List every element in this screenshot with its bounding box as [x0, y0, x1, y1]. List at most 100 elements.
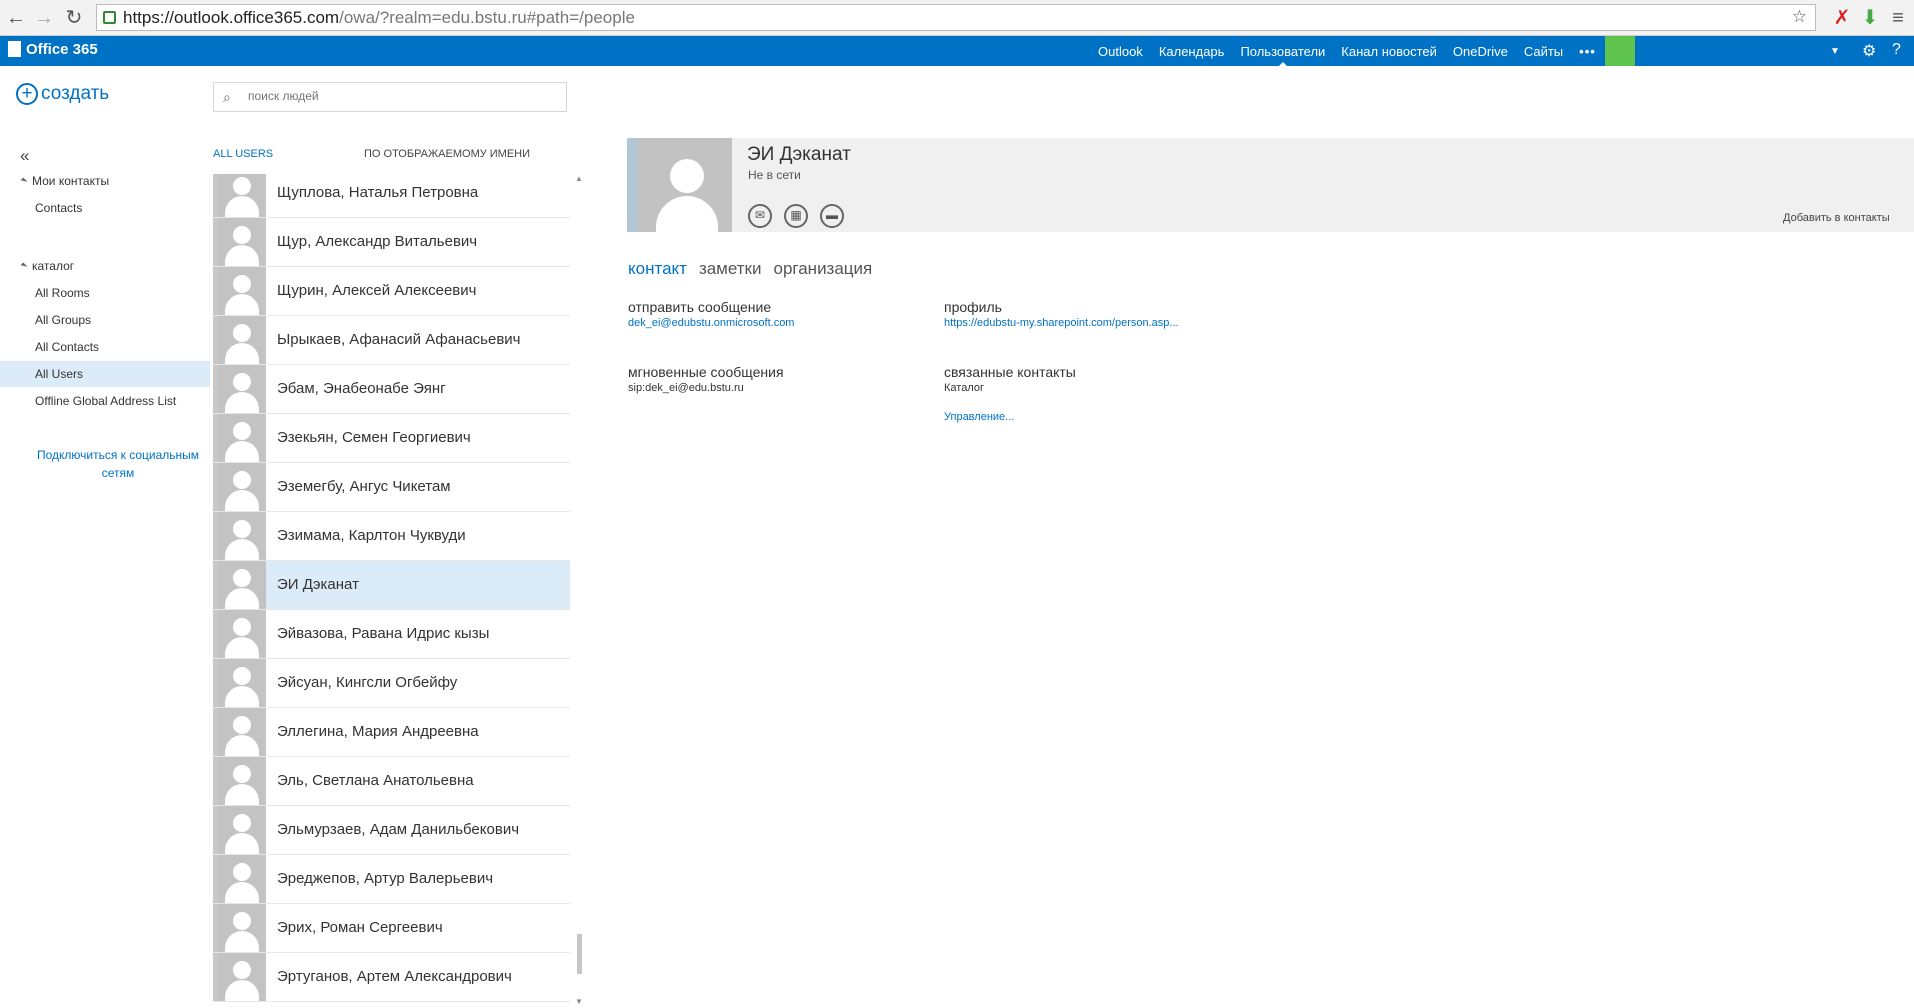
search-box[interactable]: ⌕ [213, 82, 567, 112]
browser-menu-icon[interactable]: ≡ [1886, 6, 1910, 30]
scrollbar-thumb[interactable] [577, 934, 582, 974]
profile-label: профиль [944, 299, 1002, 315]
person-avatar-icon [218, 806, 266, 854]
presence-status: Не в сети [748, 168, 801, 182]
tab-notes[interactable]: заметки [699, 259, 762, 279]
person-row[interactable]: Эртуганов, Артем Александрович [213, 953, 570, 1002]
person-avatar-icon [218, 610, 266, 658]
tab-contact[interactable]: контакт [628, 259, 687, 279]
card-accent-bar [627, 138, 638, 232]
person-name: ЭИ Дэканат [277, 576, 359, 593]
person-row[interactable]: Щур, Александр Витальевич [213, 218, 570, 267]
person-row[interactable]: Эзекьян, Семен Георгиевич [213, 414, 570, 463]
scroll-down-icon[interactable]: ▼ [575, 997, 583, 1006]
office-logo-icon [8, 41, 21, 57]
person-avatar-icon [218, 267, 266, 315]
forward-arrow-icon[interactable]: → [32, 6, 56, 30]
reload-icon[interactable]: ↻ [62, 6, 86, 30]
person-avatar-icon [218, 218, 266, 266]
person-name: Эреджепов, Артур Валерьевич [277, 870, 494, 887]
nav-sites[interactable]: Сайты [1524, 44, 1563, 59]
add-to-contacts-link[interactable]: Добавить в контакты [1783, 212, 1890, 224]
person-name: Эзекьян, Семен Георгиевич [277, 429, 471, 446]
related-contacts-label: связанные контакты [944, 364, 1076, 380]
search-input[interactable] [246, 88, 556, 104]
search-icon: ⌕ [223, 89, 231, 105]
person-name: Эземегбу, Ангус Чикетам [277, 478, 451, 495]
folder-contacts[interactable]: Contacts [0, 195, 210, 221]
gear-icon[interactable]: ⚙ [1862, 41, 1876, 61]
contact-tabs: контакт заметки организация [628, 259, 884, 279]
person-avatar-icon [218, 365, 266, 413]
user-tile[interactable] [1605, 36, 1635, 66]
office-logo[interactable]: Office 365 [8, 41, 98, 58]
my-contacts-folder[interactable]: Мои контакты [20, 174, 109, 188]
chevron-down-icon[interactable]: ▼ [1830, 46, 1840, 57]
person-row[interactable]: Ырыкаев, Афанасий Афанасьевич [213, 316, 570, 365]
person-avatar-icon [218, 316, 266, 364]
nav-newsfeed[interactable]: Канал новостей [1341, 44, 1437, 59]
chat-icon[interactable]: ▬ [820, 204, 844, 228]
email-link[interactable]: dek_ei@edubstu.onmicrosoft.com [628, 317, 794, 329]
person-avatar-icon [218, 414, 266, 462]
person-row[interactable]: Эльмурзаев, Адам Данильбекович [213, 806, 570, 855]
person-row[interactable]: Эбам, Энабеонабе Эянг [213, 365, 570, 414]
list-filter[interactable]: ALL USERS [213, 148, 273, 160]
profile-link[interactable]: https://edubstu-my.sharepoint.com/person… [944, 317, 1179, 329]
person-row[interactable]: Щурин, Алексей Алексеевич [213, 267, 570, 316]
person-name: Ырыкаев, Афанасий Афанасьевич [277, 331, 521, 348]
folder-all-users[interactable]: All Users [0, 361, 210, 387]
person-row[interactable]: Эйвазова, Равана Идрис кызы [213, 610, 570, 659]
folder-offline-gal[interactable]: Offline Global Address List [0, 388, 210, 414]
person-row[interactable]: Эль, Светлана Анатольевна [213, 757, 570, 806]
person-row[interactable]: ЭИ Дэканат [213, 561, 570, 610]
related-contacts-value: Каталог [944, 382, 984, 394]
expand-triangle-icon [20, 262, 28, 270]
nav-people[interactable]: Пользователи [1240, 44, 1325, 67]
person-row[interactable]: Эрих, Роман Сергеевич [213, 904, 570, 953]
im-address: sip:dek_ei@edu.bstu.ru [628, 382, 744, 394]
address-bar[interactable]: https://outlook.office365.com/owa/?realm… [96, 4, 1816, 31]
mail-icon[interactable]: ✉ [748, 204, 772, 228]
back-arrow-icon[interactable]: ← [4, 6, 28, 30]
list-scrollbar[interactable]: ▲ ▼ [571, 174, 588, 1008]
calendar-icon[interactable]: ▦ [784, 204, 808, 228]
person-row[interactable]: Эзимама, Карлтон Чуквуди [213, 512, 570, 561]
person-row[interactable]: Щуплова, Наталья Петровна [213, 174, 570, 218]
new-contact-button[interactable]: + создать [16, 83, 109, 105]
more-apps-icon[interactable]: ••• [1579, 44, 1596, 59]
connect-social-link[interactable]: Подключиться к социальным сетям [30, 446, 206, 482]
help-icon[interactable]: ? [1892, 41, 1901, 59]
person-row[interactable]: Эземегбу, Ангус Чикетам [213, 463, 570, 512]
browser-toolbar: ← → ↻ https://outlook.office365.com/owa/… [0, 0, 1914, 36]
extension-icon[interactable]: ✗ [1830, 6, 1854, 30]
nav-onedrive[interactable]: OneDrive [1453, 44, 1508, 59]
lock-icon [103, 11, 116, 24]
person-row[interactable]: Эйсуан, Кингсли Огбейфу [213, 659, 570, 708]
nav-outlook[interactable]: Outlook [1098, 44, 1143, 59]
person-name: Эрих, Роман Сергеевич [277, 919, 443, 936]
person-avatar-icon [218, 463, 266, 511]
nav-calendar[interactable]: Календарь [1159, 44, 1225, 59]
person-row[interactable]: Эреджепов, Артур Валерьевич [213, 855, 570, 904]
manage-link[interactable]: Управление... [944, 411, 1014, 423]
scroll-up-icon[interactable]: ▲ [575, 174, 583, 183]
url-text: https://outlook.office365.com/owa/?realm… [123, 8, 635, 27]
list-sort[interactable]: ПО ОТОБРАЖАЕМОМУ ИМЕНИ [364, 148, 530, 160]
person-avatar-icon [218, 904, 266, 952]
person-avatar-icon [218, 174, 266, 217]
person-row[interactable]: Эллегина, Мария Андреевна [213, 708, 570, 757]
collapse-pane-icon[interactable]: « [20, 146, 29, 166]
folder-all-contacts[interactable]: All Contacts [0, 334, 210, 360]
folder-all-groups[interactable]: All Groups [0, 307, 210, 333]
bookmark-star-icon[interactable]: ☆ [1792, 7, 1807, 27]
download-icon[interactable]: ⬇ [1858, 6, 1882, 30]
person-name: Щуплова, Наталья Петровна [277, 184, 479, 201]
person-avatar-icon [218, 659, 266, 707]
folder-all-rooms[interactable]: All Rooms [0, 280, 210, 306]
person-avatar-icon [218, 953, 266, 1001]
directory-folder[interactable]: каталог [20, 259, 74, 273]
tab-organization[interactable]: организация [773, 259, 872, 279]
person-name: Эйсуан, Кингсли Огбейфу [277, 674, 458, 691]
person-name: Эллегина, Мария Андреевна [277, 723, 479, 740]
